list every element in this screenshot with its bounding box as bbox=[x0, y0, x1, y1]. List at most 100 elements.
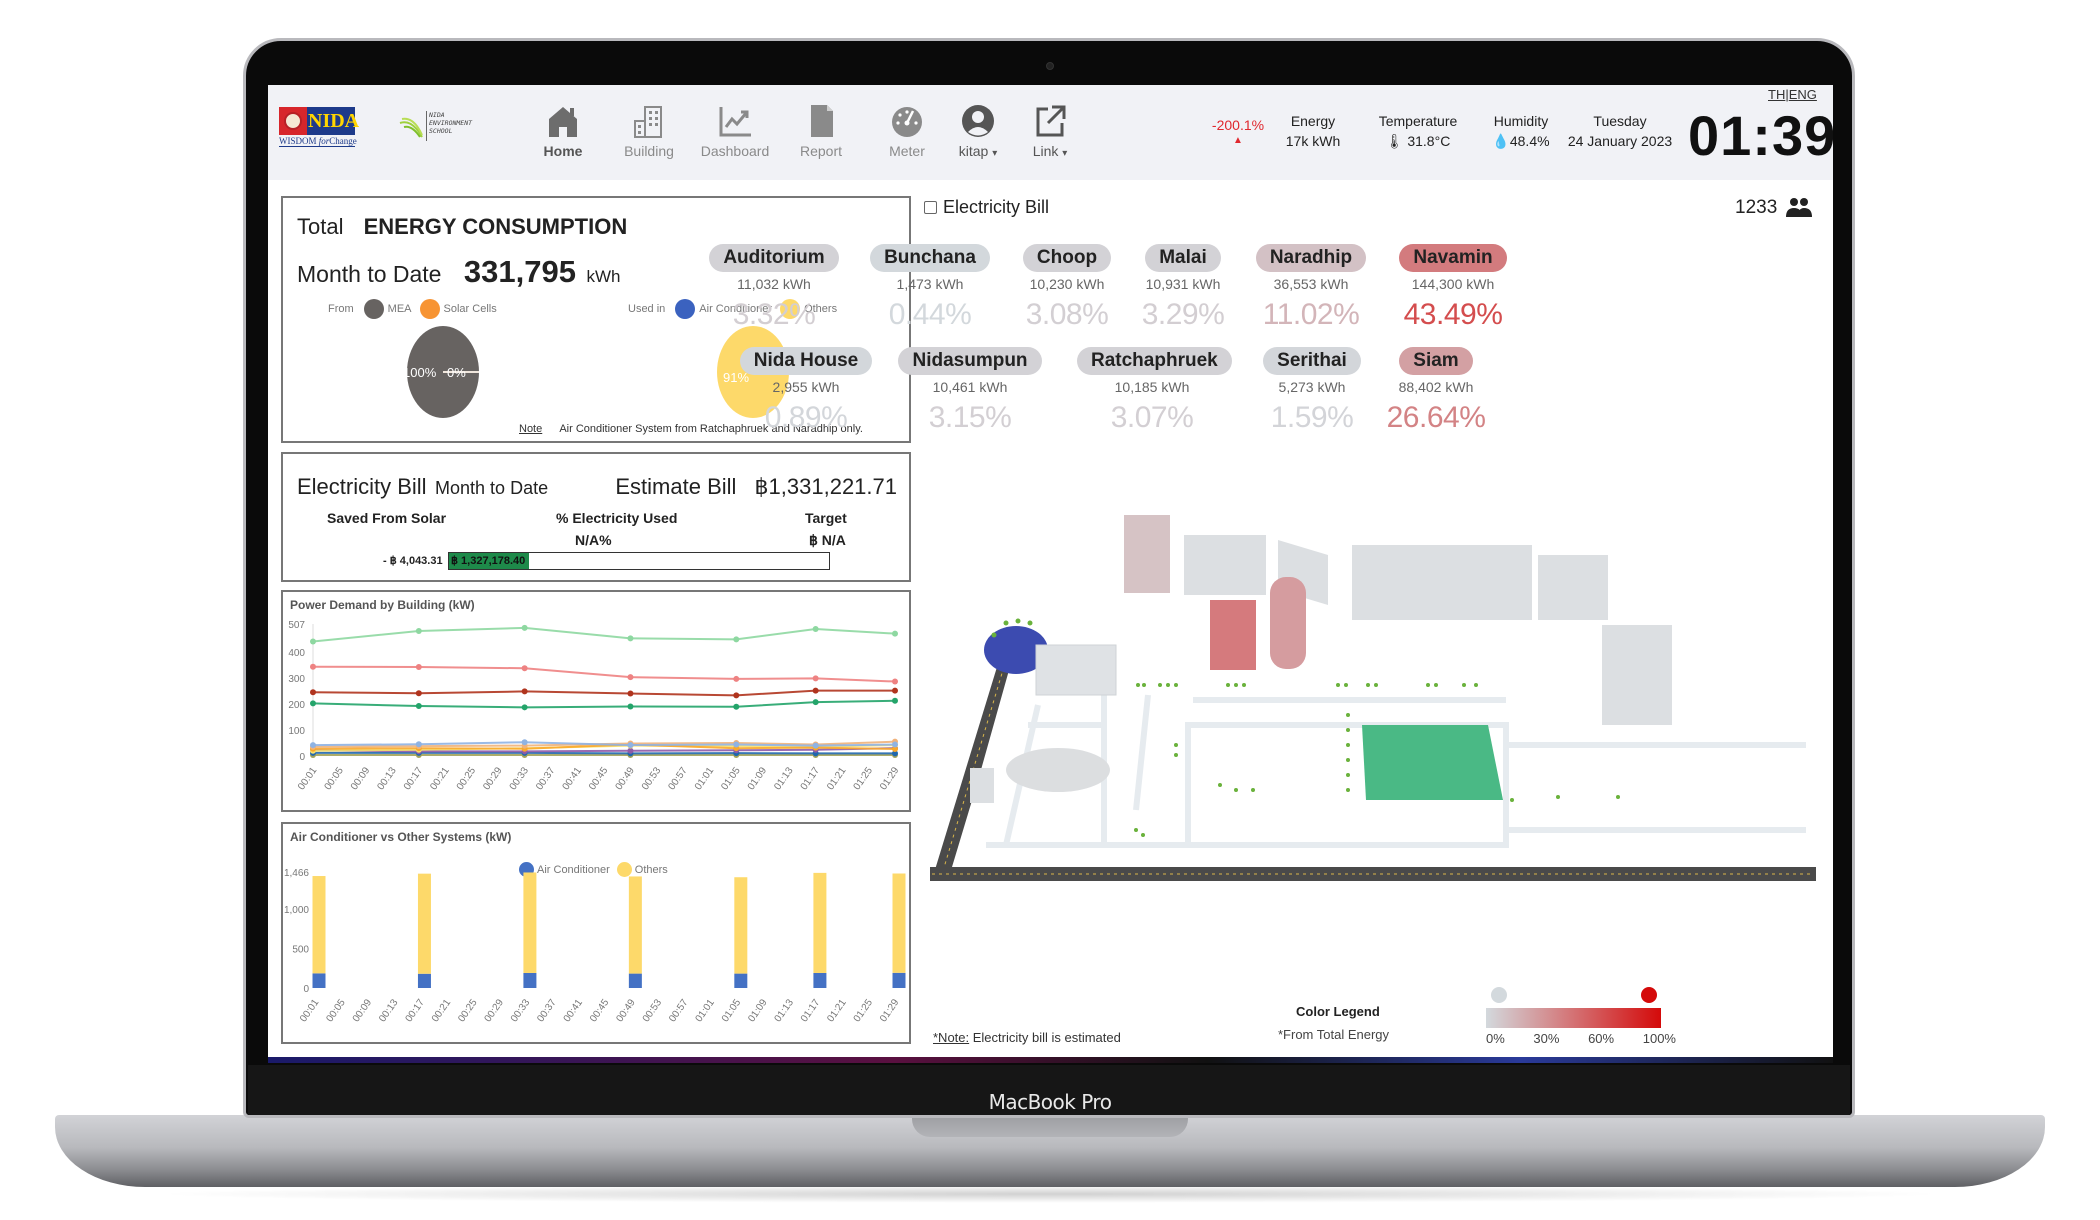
gauge-icon bbox=[892, 107, 922, 137]
building-nida-house[interactable] bbox=[1035, 644, 1117, 696]
nav-report[interactable]: Report bbox=[781, 103, 861, 159]
building-card[interactable]: Nidasumpun 10,461 kWh 3.15% bbox=[895, 347, 1045, 435]
nav-user-menu[interactable]: kitap ▾ bbox=[938, 103, 1018, 159]
droplet-icon: 💧 bbox=[1492, 133, 1510, 149]
building-name-pill[interactable]: Malai bbox=[1145, 244, 1221, 272]
building-naradhip[interactable] bbox=[1124, 515, 1170, 593]
building-card[interactable]: Nida House 2,955 kWh 0.89% bbox=[731, 347, 881, 435]
nav-link-label: Link bbox=[1032, 143, 1059, 159]
building-ratchaphruek[interactable] bbox=[1602, 625, 1672, 725]
bill-progress-label: ฿ 1,327,178.40 bbox=[451, 555, 526, 567]
screen-bottom-edge bbox=[268, 1057, 1833, 1063]
school-logo[interactable]: NIDA ENVIRONMENT SCHOOL bbox=[398, 111, 478, 145]
campus-map[interactable] bbox=[928, 515, 1828, 885]
nav-link-menu[interactable]: Link ▾ bbox=[1010, 103, 1090, 159]
data-point bbox=[812, 625, 819, 632]
power-demand-panel: Power Demand by Building (kW) 0 100 200 300… bbox=[281, 590, 911, 812]
bill-progress-bar: ฿ 1,327,178.40 bbox=[448, 552, 830, 570]
building-serithai[interactable] bbox=[1538, 555, 1608, 620]
building-siam[interactable] bbox=[1270, 577, 1306, 669]
device-label: MacBook Pro bbox=[988, 1090, 1112, 1114]
building-annex[interactable] bbox=[970, 768, 994, 803]
nav-home[interactable]: Home bbox=[523, 103, 603, 159]
data-point bbox=[310, 638, 316, 645]
building-name-pill[interactable]: Serithai bbox=[1263, 347, 1361, 375]
laptop-notch bbox=[912, 1115, 1188, 1137]
school-line-1: NIDA bbox=[429, 111, 445, 119]
x-tick-label: 00:25 bbox=[455, 765, 479, 792]
x-tick-label: 01:21 bbox=[825, 765, 849, 792]
document-icon bbox=[811, 105, 833, 137]
building-card[interactable]: Ratchaphruek 10,185 kWh 3.07% bbox=[1077, 347, 1232, 435]
building-card[interactable]: Auditorium 11,032 kWh 3.32% bbox=[699, 244, 849, 332]
building-bunchana[interactable] bbox=[1006, 748, 1110, 792]
bill-checkbox[interactable] bbox=[924, 201, 937, 214]
data-point bbox=[627, 703, 634, 710]
data-point bbox=[892, 630, 898, 637]
pie-label: 0% bbox=[447, 365, 466, 380]
legend-swatch-ac bbox=[675, 299, 696, 319]
building-icon bbox=[634, 106, 662, 138]
sports-field[interactable] bbox=[1362, 725, 1503, 800]
nav-building-label: Building bbox=[624, 143, 674, 159]
lang-eng-link[interactable]: ENG bbox=[1789, 87, 1817, 102]
data-point bbox=[892, 687, 898, 694]
data-point bbox=[812, 742, 819, 749]
x-tick-label: 00:33 bbox=[508, 765, 532, 792]
x-tick-label: 00:09 bbox=[349, 765, 373, 792]
x-tick-label: 01:09 bbox=[746, 765, 770, 792]
target-label: Target bbox=[805, 510, 847, 526]
energy-value: 17k kWh bbox=[1285, 133, 1341, 149]
nida-logo[interactable]: NIDA WISDOM forChange bbox=[279, 107, 359, 147]
x-tick-label: 00:05 bbox=[323, 765, 347, 792]
building-card[interactable]: Naradhip 36,553 kWh 11.02% bbox=[1236, 244, 1386, 332]
nav-user-label: kitap bbox=[958, 143, 989, 159]
building-name-pill[interactable]: Navamin bbox=[1399, 244, 1507, 272]
clock: 01:39 bbox=[1688, 104, 1833, 167]
building-name-pill[interactable]: Siam bbox=[1399, 347, 1473, 375]
date: 24 January 2023 bbox=[1567, 133, 1673, 149]
user-count-value: 1233 bbox=[1735, 197, 1778, 218]
y-tick-label: 500 bbox=[292, 944, 309, 955]
lang-th-link[interactable]: TH bbox=[1768, 87, 1785, 102]
x-tick-label: 00:53 bbox=[641, 997, 665, 1024]
building-card[interactable]: Siam 88,402 kWh 26.64% bbox=[1361, 347, 1511, 435]
building-choop[interactable] bbox=[1184, 535, 1266, 595]
chevron-down-icon: ▾ bbox=[1062, 148, 1068, 159]
building-nidasumpun[interactable] bbox=[1352, 545, 1532, 620]
x-tick-label: 00:17 bbox=[402, 765, 426, 792]
building-card[interactable]: Navamin 144,300 kWh 43.49% bbox=[1378, 244, 1528, 332]
mtd-unit: kWh bbox=[586, 267, 621, 286]
series-line-navamin bbox=[312, 626, 896, 643]
building-name-pill[interactable]: Ratchaphruek bbox=[1077, 347, 1232, 375]
nav-meter[interactable]: Meter bbox=[867, 103, 947, 159]
building-kwh: 1,473 kWh bbox=[896, 276, 964, 292]
data-point bbox=[415, 703, 422, 710]
bill-toggle-label: Electricity Bill bbox=[943, 197, 1050, 217]
building-share-pct: 3.07% bbox=[1110, 401, 1194, 434]
x-tick-label: 01:25 bbox=[852, 765, 876, 792]
building-name-pill[interactable]: Naradhip bbox=[1255, 244, 1367, 272]
building-name-pill[interactable]: Choop bbox=[1022, 244, 1112, 272]
note-label: Note bbox=[519, 423, 543, 435]
screen: NIDA WISDOM forChange NIDA ENVIRONMENT S… bbox=[268, 85, 1833, 1063]
from-label: From bbox=[328, 303, 354, 315]
user-icon bbox=[962, 105, 994, 137]
data-point bbox=[733, 741, 740, 748]
nav-dashboard[interactable]: Dashboard bbox=[695, 103, 775, 159]
humidity-label: Humidity bbox=[1493, 113, 1549, 129]
x-tick-label: 00:13 bbox=[377, 997, 401, 1024]
building-name-pill[interactable]: Nida House bbox=[739, 347, 873, 375]
home-icon bbox=[549, 107, 577, 137]
building-share-pct: 0.44% bbox=[888, 298, 972, 331]
building-name-pill[interactable]: Nidasumpun bbox=[898, 347, 1042, 375]
bill-toggle[interactable]: Electricity Bill bbox=[924, 197, 1049, 218]
x-tick-label: 00:29 bbox=[483, 997, 507, 1024]
color-legend-subtitle: *From Total Energy bbox=[1278, 1027, 1390, 1042]
building-name-pill[interactable]: Bunchana bbox=[870, 244, 990, 272]
building-card[interactable]: Bunchana 1,473 kWh 0.44% bbox=[855, 244, 1005, 332]
tagline-1: WISDOM bbox=[279, 136, 317, 146]
building-navamin[interactable] bbox=[1210, 600, 1256, 670]
building-name-pill[interactable]: Auditorium bbox=[709, 244, 839, 272]
nav-building[interactable]: Building bbox=[609, 103, 689, 159]
